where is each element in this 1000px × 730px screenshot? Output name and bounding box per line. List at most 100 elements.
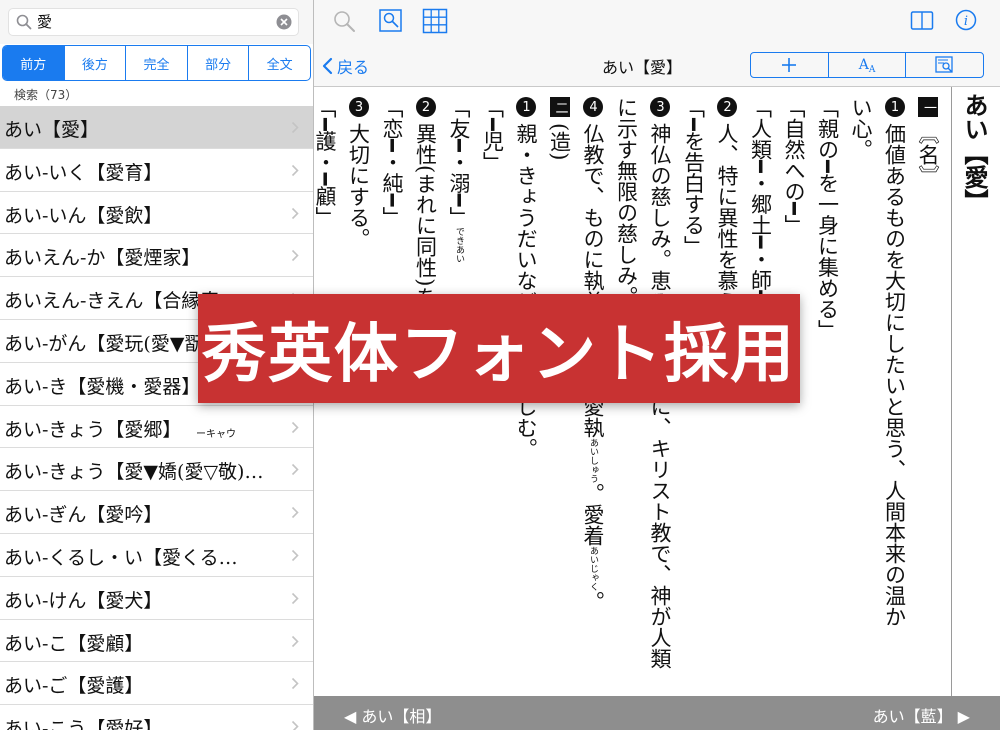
- entry-text: 「━児」: [480, 97, 505, 173]
- list-item-label: あい‐いん【愛飲】: [4, 204, 163, 227]
- search-mode-tabs: 前方 後方 完全 部分 全文: [2, 45, 311, 81]
- list-item-label: あい‐いく【愛育】: [4, 161, 163, 184]
- list-item-label: あい‐きょう【愛郷】: [4, 418, 182, 441]
- list-item[interactable]: あい‐こう【愛好】: [0, 705, 313, 730]
- list-item[interactable]: あい【愛】: [0, 106, 313, 149]
- page-search-button[interactable]: [905, 53, 983, 77]
- entry-line: い心。: [844, 97, 878, 687]
- list-item-label: あい‐こう【愛好】: [4, 718, 163, 730]
- entry-line: 1 価値あるものを大切にしたいと思う、人間本来の温か: [877, 97, 911, 687]
- entry-text: い心。: [849, 97, 873, 160]
- search-bar: 愛: [0, 0, 313, 44]
- list-item-label: あい‐けん【愛犬】: [4, 589, 163, 612]
- sense-number: 2: [415, 97, 436, 117]
- grid-icon[interactable]: [422, 8, 448, 34]
- search-icon[interactable]: [332, 9, 356, 33]
- plus-icon: [782, 58, 797, 72]
- result-count: 検索（73）: [14, 88, 78, 102]
- prev-entry-button[interactable]: ◀ あい【相】: [344, 703, 441, 727]
- list-item[interactable]: あい‐くるし・い【愛くる…: [0, 534, 313, 577]
- tab-prefix[interactable]: 前方: [3, 46, 64, 80]
- list-item-reading: ーキャウ: [196, 428, 236, 440]
- tab-partial[interactable]: 部分: [186, 46, 249, 80]
- sense-number: 3: [650, 97, 670, 117]
- entry-headword: あい【愛】: [960, 93, 989, 213]
- list-item[interactable]: あい‐きょう【愛郷】 ーキャウ: [0, 406, 313, 449]
- font-size-button[interactable]: AA: [827, 53, 906, 77]
- list-item-label: あい‐きょう【愛▼嬌(愛▽敬)…: [4, 461, 264, 484]
- sense-number: 2: [717, 97, 737, 117]
- chevron-right-icon: [291, 207, 299, 219]
- list-item-label: あい‐き【愛機・愛器】: [4, 375, 201, 398]
- list-item[interactable]: あい‐いく【愛育】: [0, 149, 313, 192]
- next-entry-button[interactable]: あい【藍】 ▶: [873, 703, 970, 727]
- search-icon: [16, 14, 32, 30]
- navigation-bar: 戻る あい【愛】 AA: [314, 44, 1000, 87]
- list-item-label: あい‐ご【愛護】: [4, 675, 144, 698]
- entry-text: 「自然への━」: [782, 97, 806, 236]
- svg-text:i: i: [964, 14, 968, 29]
- ruby-reading: あいしゅう: [588, 438, 598, 483]
- entry-text: 価値あるものを大切にしたいと思う、人間本来の温か: [882, 123, 907, 627]
- clear-search-icon[interactable]: [276, 14, 292, 30]
- list-item[interactable]: あい‐きょう【愛▼嬌(愛▽敬)…: [0, 448, 313, 492]
- section-number: 一: [918, 97, 938, 117]
- search-input[interactable]: 愛: [8, 8, 299, 36]
- search-page-icon: [935, 56, 953, 73]
- chevron-right-icon: [291, 721, 299, 730]
- list-item-label: あい‐こ【愛顧】: [4, 632, 144, 655]
- chevron-right-icon: [291, 635, 299, 647]
- chevron-right-icon: [291, 421, 299, 433]
- chevron-right-icon: [291, 678, 299, 690]
- chevron-right-icon: [291, 592, 299, 604]
- entry-text: 「友━・溺━」: [447, 97, 471, 228]
- chevron-right-icon: [291, 549, 299, 562]
- entry-text: 「恋━・純━」: [380, 97, 404, 228]
- zoom-page-icon[interactable]: [378, 8, 404, 34]
- chevron-right-icon: [291, 507, 299, 519]
- list-item[interactable]: あいえん‐か【愛煙家】: [0, 234, 313, 278]
- entry-text: 。愛着: [581, 483, 605, 546]
- result-list: あい【愛】 あい‐いく【愛育】 あい‐いん【愛飲】 あいえん‐か【愛煙家】 あいえん‐き…: [0, 106, 313, 730]
- entry-text: 。: [581, 591, 605, 612]
- list-item-label: あい‐くるし・い【愛くる…: [4, 546, 238, 569]
- sense-number: 4: [583, 97, 603, 117]
- list-item[interactable]: あい‐けん【愛犬】: [0, 577, 313, 620]
- tab-suffix[interactable]: 後方: [63, 46, 126, 80]
- page-title: あい【愛】: [602, 58, 683, 77]
- entry-line: 「親の━を一身に集める」: [810, 97, 844, 687]
- chevron-right-icon: [291, 464, 299, 476]
- list-item[interactable]: あい‐こ【愛顧】: [0, 620, 313, 663]
- entry-text: 〘名〙: [916, 123, 940, 186]
- list-item[interactable]: あい‐いん【愛飲】: [0, 192, 313, 235]
- chevron-right-icon: [291, 164, 299, 176]
- section-number: 二: [549, 97, 570, 117]
- chevron-right-icon: [291, 121, 299, 134]
- tab-fulltext[interactable]: 全文: [248, 46, 310, 80]
- sense-number: 1: [516, 97, 536, 117]
- headword-divider: [951, 87, 952, 696]
- view-controls: AA: [750, 52, 984, 78]
- entry-text: 「━を告白する」: [681, 97, 706, 257]
- promo-banner: 秀英体フォント採用: [198, 294, 800, 403]
- list-item[interactable]: あい‐ぎん【愛吟】: [0, 491, 313, 534]
- list-item[interactable]: あい‐ご【愛護】: [0, 662, 313, 706]
- font-size-icon: AA: [858, 57, 876, 75]
- entry-text: 「親の━を一身に集める」: [815, 97, 840, 341]
- info-icon[interactable]: i: [955, 9, 977, 31]
- sense-number: 1: [884, 97, 905, 117]
- sense-number: 3: [348, 97, 369, 117]
- ruby-reading: できあい: [454, 227, 464, 264]
- list-item-label: あい【愛】: [4, 119, 100, 141]
- list-item-label: あい‐ぎん【愛吟】: [4, 504, 163, 527]
- book-icon[interactable]: [910, 10, 934, 32]
- back-button[interactable]: 戻る: [322, 54, 369, 78]
- back-label: 戻る: [337, 58, 370, 77]
- list-item-label: あいえん‐か【愛煙家】: [4, 247, 201, 270]
- footer-nav: ◀ あい【相】 あい【藍】 ▶: [314, 696, 1000, 730]
- entry-text: (造): [547, 123, 572, 161]
- entry-line: 一〘名〙: [911, 97, 945, 687]
- tab-exact[interactable]: 完全: [125, 46, 187, 80]
- add-bookmark-button[interactable]: [751, 53, 828, 77]
- top-toolbar: i: [314, 0, 1000, 44]
